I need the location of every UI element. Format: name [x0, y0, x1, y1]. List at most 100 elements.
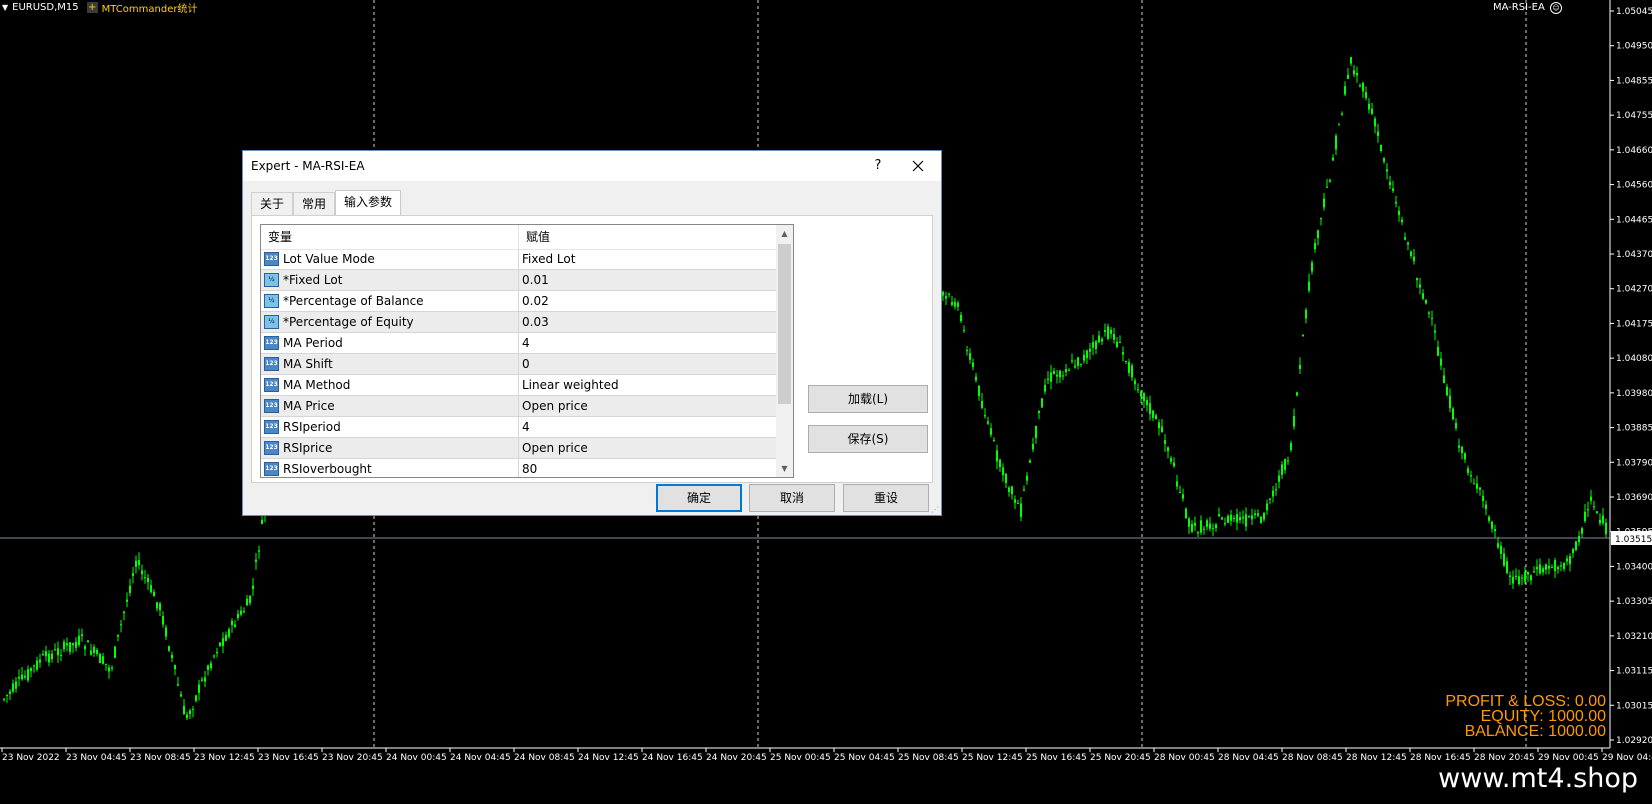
time-tick-label: 25 Nov 08:45: [898, 753, 959, 763]
candle-body: [105, 663, 107, 665]
candle-body: [1236, 514, 1238, 523]
candle-body: [1290, 443, 1292, 451]
candle-body: [1368, 103, 1370, 110]
ok-button[interactable]: 确定: [656, 484, 742, 512]
table-row[interactable]: 123 RSIprice Open price: [261, 438, 777, 459]
time-tick-label: 25 Nov 16:45: [1026, 753, 1087, 763]
tab-common[interactable]: 常用: [293, 192, 336, 215]
variable-name: MA Method: [283, 378, 351, 392]
equity-text: EQUITY: 1000.00: [1480, 708, 1606, 725]
load-button[interactable]: 加载(L): [808, 385, 928, 413]
smiley-icon: ☺: [1550, 2, 1562, 14]
candle-body: [33, 665, 35, 667]
candle-body: [1305, 309, 1307, 319]
candle-body: [1542, 568, 1544, 573]
candle-body: [993, 439, 995, 441]
candle-body: [963, 329, 965, 331]
candle-body: [972, 362, 974, 368]
value-cell[interactable]: 4: [519, 333, 530, 353]
reset-button[interactable]: 重设: [843, 484, 929, 512]
save-button[interactable]: 保存(S): [808, 425, 928, 453]
value-cell[interactable]: 0.01: [519, 270, 549, 290]
table-row[interactable]: ½ *Percentage of Balance 0.02: [261, 291, 777, 312]
candle-body: [1527, 571, 1529, 575]
value-cell[interactable]: 0: [519, 354, 530, 374]
cancel-button[interactable]: 取消: [749, 484, 835, 512]
candle-body: [1374, 118, 1376, 127]
table-row[interactable]: ½ *Percentage of Equity 0.03: [261, 312, 777, 333]
table-row[interactable]: 123 MA Shift 0: [261, 354, 777, 375]
candle-body: [1524, 572, 1526, 582]
candle-body: [180, 694, 182, 697]
candle-body: [1227, 515, 1229, 523]
candle-body: [252, 585, 254, 590]
variable-cell: 123 RSIprice: [261, 438, 519, 458]
time-tick-label: 24 Nov 04:45: [450, 753, 511, 763]
table-row[interactable]: 123 MA Period 4: [261, 333, 777, 354]
candle-body: [1053, 371, 1055, 374]
candle-body: [1335, 135, 1337, 150]
grid-scrollbar[interactable]: ▲ ▼: [776, 225, 793, 477]
table-row[interactable]: 123 RSIoverbought 80: [261, 459, 777, 477]
dialog-titlebar[interactable]: Expert - MA-RSI-EA ?: [243, 151, 941, 181]
plus-icon[interactable]: +: [86, 1, 98, 13]
variable-cell: 123 MA Shift: [261, 354, 519, 374]
value-cell[interactable]: 80: [519, 459, 537, 477]
candle-body: [222, 638, 224, 646]
candle-body: [9, 691, 11, 694]
candle-body: [207, 665, 209, 670]
value-cell[interactable]: 4: [519, 417, 530, 437]
candle-body: [99, 653, 101, 664]
candle-body: [1020, 503, 1022, 517]
candle-body: [1323, 198, 1325, 208]
candle-body: [123, 611, 125, 614]
table-row[interactable]: 123 Lot Value Mode Fixed Lot: [261, 249, 777, 270]
table-row[interactable]: 123 RSIperiod 4: [261, 417, 777, 438]
dropdown-triangle-icon[interactable]: ▼: [2, 3, 8, 12]
candle-body: [1017, 502, 1019, 504]
candle-body: [996, 450, 998, 462]
candle-body: [54, 649, 56, 651]
scroll-down-icon[interactable]: ▼: [776, 460, 793, 477]
candle-body: [1191, 523, 1193, 532]
candle-body: [1164, 440, 1166, 444]
candle-body: [1140, 391, 1142, 397]
resize-grip-icon[interactable]: ⋰: [931, 505, 939, 514]
column-value-header[interactable]: 赋值: [519, 225, 550, 249]
candle-body: [1401, 219, 1403, 223]
candle-body: [1518, 576, 1520, 585]
candle-body: [1503, 553, 1505, 566]
value-cell[interactable]: Linear weighted: [519, 375, 619, 395]
column-variable-header[interactable]: 变量: [261, 225, 519, 249]
value-cell[interactable]: Fixed Lot: [519, 249, 575, 269]
candle-body: [168, 646, 170, 651]
candle-body: [15, 681, 17, 689]
value-cell[interactable]: Open price: [519, 396, 588, 416]
value-cell[interactable]: Open price: [519, 438, 588, 458]
candle-body: [198, 684, 200, 693]
candle-body: [1293, 416, 1295, 427]
value-cell[interactable]: 0.02: [519, 291, 549, 311]
integer-type-icon: 123: [264, 252, 279, 266]
time-tick-label: 28 Nov 04:45: [1218, 753, 1279, 763]
candle-body: [1476, 483, 1478, 489]
candle-body: [165, 627, 167, 637]
candle-body: [1248, 516, 1250, 518]
candle-body: [249, 595, 251, 604]
table-row[interactable]: 123 MA Price Open price: [261, 396, 777, 417]
value-cell[interactable]: 0.03: [519, 312, 549, 332]
help-button[interactable]: ?: [863, 155, 893, 177]
variable-cell: ½ *Fixed Lot: [261, 270, 519, 290]
table-row[interactable]: 123 MA Method Linear weighted: [261, 375, 777, 396]
tab-inputs[interactable]: 输入参数: [335, 190, 402, 216]
candle-body: [1260, 516, 1262, 523]
tab-about[interactable]: 关于: [251, 192, 294, 215]
candle-body: [1539, 564, 1541, 574]
ea-label[interactable]: MA-RSI-EA ☺: [1493, 2, 1562, 14]
candle-body: [6, 694, 8, 696]
close-button[interactable]: [903, 155, 933, 177]
scroll-thumb[interactable]: [778, 244, 791, 404]
table-row[interactable]: ½ *Fixed Lot 0.01: [261, 270, 777, 291]
scroll-up-icon[interactable]: ▲: [776, 225, 793, 242]
candle-body: [1569, 556, 1571, 565]
